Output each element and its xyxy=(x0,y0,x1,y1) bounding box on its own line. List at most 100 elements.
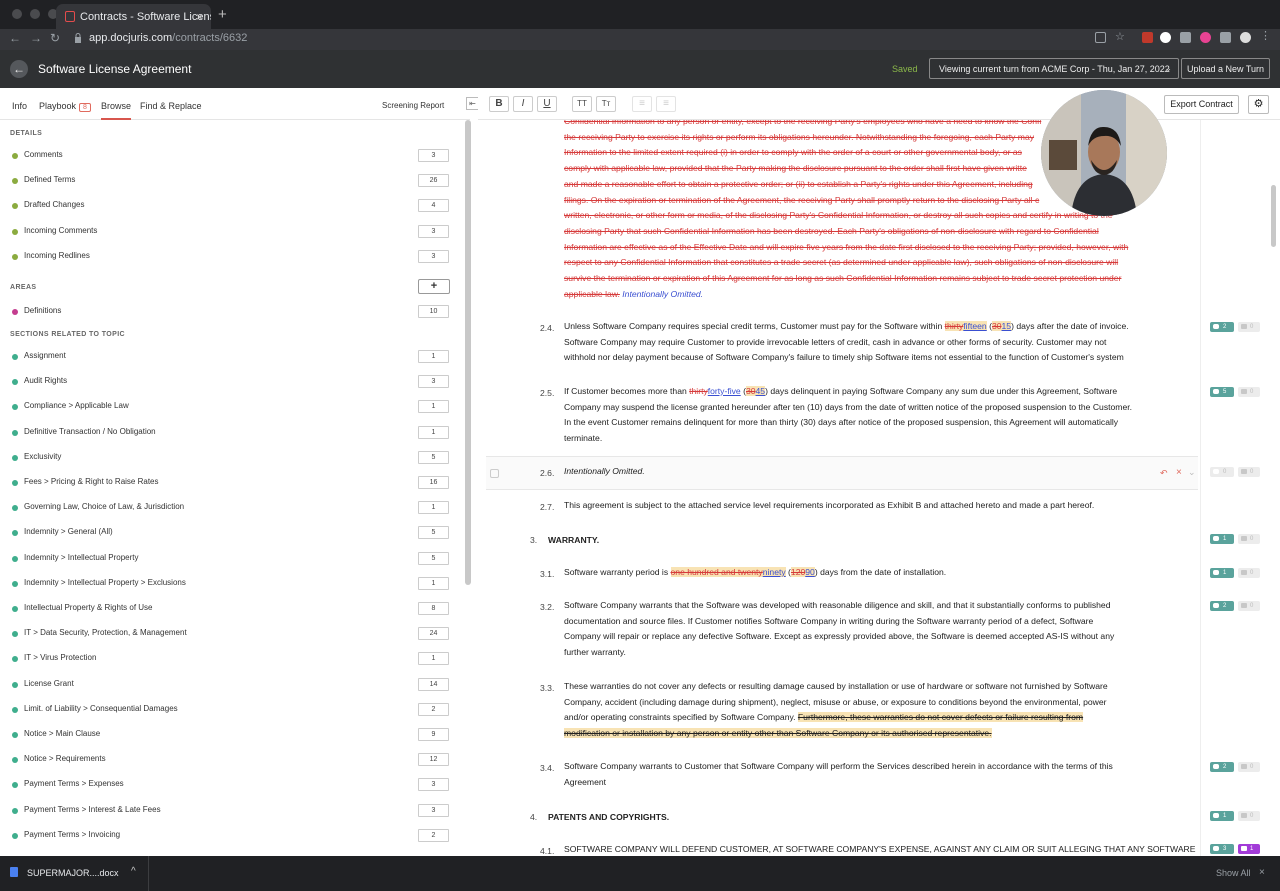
extension-icon[interactable] xyxy=(1142,32,1153,43)
italic-button[interactable]: I xyxy=(513,96,533,112)
all-caps-button[interactable]: TT xyxy=(572,96,592,112)
section-3-3[interactable]: These warranties do not cover any defect… xyxy=(564,679,1164,742)
close-tab-icon[interactable]: × xyxy=(196,10,203,24)
details-item[interactable]: Drafted Changes 4 xyxy=(0,199,462,213)
section-2-7[interactable]: This agreement is subject to the attache… xyxy=(564,498,1184,514)
show-all-downloads-link[interactable]: Show All xyxy=(1216,868,1251,878)
row-checkbox[interactable] xyxy=(490,469,499,478)
add-area-button[interactable]: + xyxy=(418,279,450,294)
note-count-badge[interactable]: 0 xyxy=(1238,387,1260,397)
reload-icon[interactable]: ↻ xyxy=(50,31,60,45)
note-count-badge[interactable]: 0 xyxy=(1238,601,1260,611)
topic-item[interactable]: Assignment 1 xyxy=(0,350,462,364)
close-icon[interactable]: × xyxy=(1176,467,1182,478)
new-tab-button[interactable]: + xyxy=(218,6,227,23)
window-controls[interactable] xyxy=(12,9,58,19)
note-count-badge[interactable]: 0 xyxy=(1238,762,1260,772)
download-item[interactable]: SUPERMAJOR....docx xyxy=(10,867,119,878)
section-3-2[interactable]: Software Company warrants that the Softw… xyxy=(564,598,1164,661)
heading-patents-copyrights[interactable]: PATENTS AND COPYRIGHTS. xyxy=(548,812,669,822)
comment-count-badge[interactable]: 2 xyxy=(1210,762,1234,772)
topic-item[interactable]: Audit Rights 3 xyxy=(0,375,462,389)
comment-count-badge[interactable]: 1 xyxy=(1210,534,1234,544)
back-arrow-icon[interactable]: ← xyxy=(9,31,21,45)
note-count-badge[interactable]: 0 xyxy=(1238,568,1260,578)
menu-icon[interactable]: ⋮ xyxy=(1260,29,1271,42)
upload-turn-button[interactable]: Upload a New Turn xyxy=(1181,58,1270,79)
document-scrollbar[interactable] xyxy=(1271,185,1276,247)
comment-count-badge[interactable]: 2 xyxy=(1210,601,1234,611)
topic-item[interactable]: Notice > Requirements 12 xyxy=(0,753,462,767)
comment-count-badge[interactable]: 2 xyxy=(1210,322,1234,332)
topic-item[interactable]: Limit. of Liability > Consequential Dama… xyxy=(0,702,462,717)
topic-item[interactable]: Governing Law, Choice of Law, & Jurisdic… xyxy=(0,501,462,515)
section-3-1[interactable]: Software warranty period is one hundred … xyxy=(564,565,1184,581)
topic-item[interactable]: Notice > Main Clause 9 xyxy=(0,728,462,742)
tab-find-replace[interactable]: Find & Replace xyxy=(140,101,202,111)
topic-item[interactable]: IT > Data Security, Protection, & Manage… xyxy=(0,627,462,641)
tab-playbook[interactable]: Playbook 8 xyxy=(39,101,91,112)
note-count-badge[interactable]: 0 xyxy=(1238,467,1260,477)
browser-tab[interactable]: Contracts - Software License A × xyxy=(56,4,211,29)
screening-report-link[interactable]: Screening Report xyxy=(382,101,444,110)
topic-item[interactable]: Definitive Transaction / No Obligation 1 xyxy=(0,425,462,440)
topic-item[interactable]: Payment Terms > Interest & Late Fees 3 xyxy=(0,803,462,818)
topic-item[interactable]: Indemnity > General (All) 5 xyxy=(0,526,462,540)
topic-item[interactable]: Compliance > Applicable Law 1 xyxy=(0,400,462,414)
note-count-badge[interactable]: 0 xyxy=(1238,322,1260,332)
topic-item[interactable]: Indemnity > Intellectual Property 5 xyxy=(0,551,462,566)
gear-icon[interactable]: ⚙ xyxy=(1248,95,1269,114)
comment-count-badge[interactable]: 1 xyxy=(1210,568,1234,578)
undo-icon[interactable]: ↶ xyxy=(1160,468,1168,479)
extension-icon[interactable] xyxy=(1200,32,1211,43)
url-field[interactable]: app.docjuris.com/contracts/6632 xyxy=(89,32,247,44)
topic-item[interactable]: License Grant 14 xyxy=(0,677,462,692)
topic-item[interactable]: Payment Terms > Invoicing 2 xyxy=(0,828,462,843)
profile-avatar[interactable] xyxy=(1240,32,1251,43)
section-2-6[interactable]: Intentionally Omitted. xyxy=(564,464,645,480)
document-body[interactable]: Confidential Information to any person o… xyxy=(478,120,1270,856)
bold-button[interactable]: B xyxy=(489,96,509,112)
note-count-badge[interactable]: 1 xyxy=(1238,844,1260,854)
note-count-badge[interactable]: 0 xyxy=(1238,534,1260,544)
topic-item[interactable]: Fees > Pricing & Right to Raise Rates 16 xyxy=(0,476,462,490)
small-caps-button[interactable]: Tт xyxy=(596,96,616,112)
comment-count-badge[interactable]: 1 xyxy=(1210,811,1234,821)
topic-item[interactable]: Intellectual Property & Rights of Use 8 xyxy=(0,602,462,616)
comment-count-badge[interactable]: 5 xyxy=(1210,387,1234,397)
topic-item[interactable]: Payment Terms > Expenses 3 xyxy=(0,778,462,792)
turn-selector[interactable]: Viewing current turn from ACME Corp - Th… xyxy=(929,58,1179,79)
chevron-up-icon[interactable]: ^ xyxy=(131,866,136,877)
close-icon[interactable]: × xyxy=(1259,867,1265,878)
section-2-4[interactable]: Unless Software Company requires special… xyxy=(564,319,1164,366)
section-3-4[interactable]: Software Company warrants to Customer th… xyxy=(564,759,1164,790)
puzzle-icon[interactable] xyxy=(1220,32,1231,43)
back-button[interactable]: ← xyxy=(10,60,28,78)
star-icon[interactable]: ☆ xyxy=(1115,30,1126,43)
details-item[interactable]: Defined Terms 26 xyxy=(0,174,462,188)
details-item[interactable]: Incoming Redlines 3 xyxy=(0,249,462,264)
export-contract-button[interactable]: Export Contract xyxy=(1164,95,1239,114)
extension-icon[interactable] xyxy=(1180,32,1191,43)
topic-item[interactable]: IT > Virus Protection 1 xyxy=(0,652,462,666)
details-item[interactable]: Comments 3 xyxy=(0,149,462,163)
section-4-1[interactable]: SOFTWARE COMPANY WILL DEFEND CUSTOMER, A… xyxy=(564,842,1196,856)
topic-item[interactable]: Indemnity > Intellectual Property > Excl… xyxy=(0,576,462,591)
details-item[interactable]: Incoming Comments 3 xyxy=(0,224,462,239)
left-scrollbar[interactable] xyxy=(465,120,471,585)
section-2-5[interactable]: If Customer becomes more than thirtyfort… xyxy=(564,384,1164,447)
extension-icon[interactable] xyxy=(1160,32,1171,43)
note-count-badge[interactable]: 0 xyxy=(1238,811,1260,821)
tab-browse[interactable]: Browse xyxy=(101,101,132,120)
heading-warranty[interactable]: WARRANTY. xyxy=(548,535,599,545)
tab-info[interactable]: Info xyxy=(12,101,27,111)
chevron-down-icon[interactable]: ⌄ xyxy=(1188,467,1196,478)
area-item[interactable]: Definitions 10 xyxy=(0,305,462,319)
comment-count-badge[interactable]: 0 xyxy=(1210,467,1234,477)
align-right-button[interactable]: ≡ xyxy=(656,96,676,112)
share-icon[interactable] xyxy=(1095,32,1106,43)
underline-button[interactable]: U xyxy=(537,96,557,112)
align-left-button[interactable]: ≡ xyxy=(632,96,652,112)
forward-arrow-icon[interactable]: → xyxy=(30,31,42,45)
comment-count-badge[interactable]: 3 xyxy=(1210,844,1234,854)
